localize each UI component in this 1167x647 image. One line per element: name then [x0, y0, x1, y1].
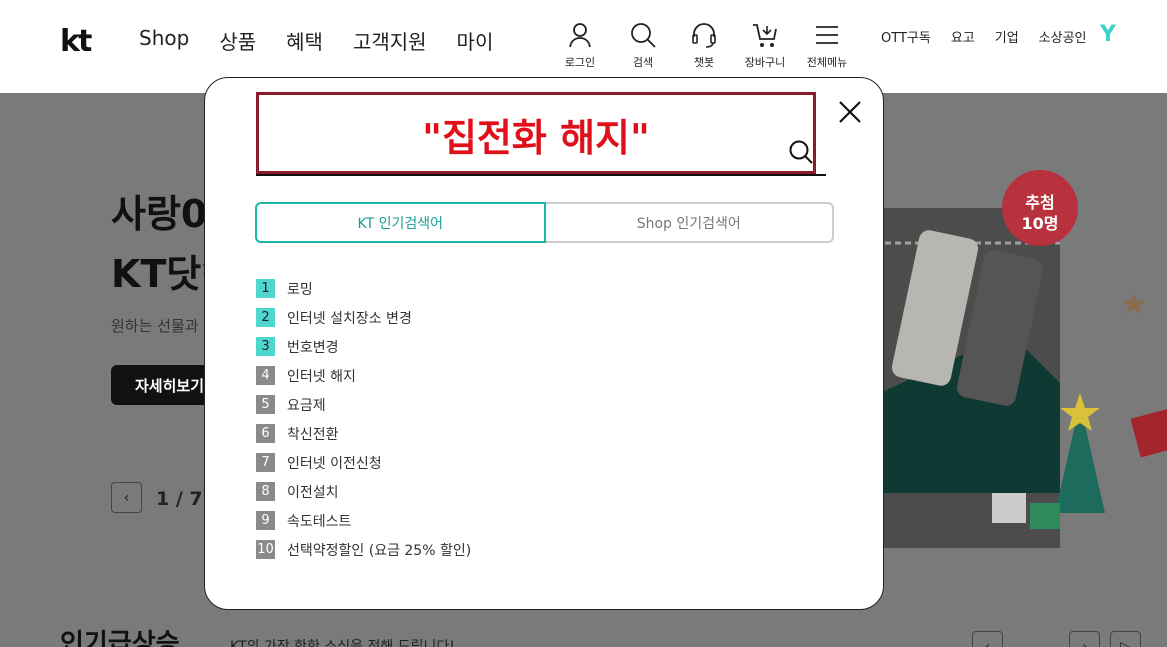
keyword-text[interactable]: 이전설치 [287, 482, 339, 502]
rank-badge: 7 [256, 453, 275, 472]
keyword-text[interactable]: 착신전환 [287, 424, 339, 444]
search-submit-icon[interactable] [788, 139, 814, 165]
rank-badge: 10 [256, 540, 275, 559]
rank-badge: 6 [256, 424, 275, 443]
top-links: OTT구독 요고 기업 소상공인 [881, 27, 1107, 46]
tab-kt-popular[interactable]: KT 인기검색어 [255, 202, 546, 243]
tab-shop-popular[interactable]: Shop 인기검색어 [545, 202, 834, 243]
all-menu-label: 전체메뉴 [806, 56, 848, 69]
section-pause-button[interactable]: ▷ [1110, 631, 1141, 647]
chevron-left-icon: ‹ [984, 638, 991, 647]
search-query-text[interactable]: "집전화 해지" [259, 107, 813, 162]
keyword-text[interactable]: 번호변경 [287, 337, 339, 357]
keyword-text[interactable]: 인터넷 설치장소 변경 [287, 308, 412, 328]
search-underline [256, 174, 826, 176]
search-modal: "집전화 해지" KT 인기검색어 Shop 인기검색어 1 로밍 2 인터넷 설치… [204, 77, 884, 610]
cart-icon [753, 24, 777, 47]
menu-icon [816, 26, 838, 44]
kt-logo[interactable]: kt [60, 24, 92, 59]
link-small-business[interactable]: 소상공인 [1039, 27, 1087, 46]
rank-badge: 1 [256, 279, 275, 298]
hero-subtitle: 원하는 선물과 [111, 317, 199, 335]
slide-pager: 1 / 7 [156, 488, 203, 510]
link-ott[interactable]: OTT구독 [881, 27, 931, 46]
list-item[interactable]: 1 로밍 [256, 274, 471, 303]
hero-title-line1: 사랑0 [111, 192, 208, 236]
chatbot-label: 챗봇 [693, 56, 715, 69]
user-icon [569, 23, 591, 48]
list-item[interactable]: 6 착신전환 [256, 419, 471, 448]
section-subtitle: KT의 가장 핫한 소식을 전해 드립니다! [230, 639, 455, 647]
cart-button[interactable]: 장바구니 [735, 20, 795, 70]
list-item[interactable]: 5 요금제 [256, 390, 471, 419]
keyword-text[interactable]: 요금제 [287, 395, 326, 415]
search-label: 검색 [632, 56, 654, 69]
gnb-shop[interactable]: Shop [139, 26, 189, 55]
search-icon [631, 23, 656, 48]
section-next-button[interactable]: › [1069, 631, 1100, 647]
rank-badge: 5 [256, 395, 275, 414]
search-input[interactable]: "집전화 해지" [256, 92, 816, 174]
rank-badge: 4 [256, 366, 275, 385]
gnb-products[interactable]: 상품 [219, 26, 256, 55]
login-button[interactable]: 로그인 [550, 20, 610, 70]
play-icon: ▷ [1120, 638, 1131, 647]
popular-keyword-list: 1 로밍 2 인터넷 설치장소 변경 3 번호변경 4 인터넷 해지 5 요금제 6 착신전… [256, 274, 471, 564]
rank-badge: 2 [256, 308, 275, 327]
chatbot-button[interactable]: 챗봇 [674, 20, 734, 70]
prev-slide-button[interactable]: ‹ [111, 482, 142, 513]
gnb-support[interactable]: 고객지원 [353, 26, 427, 55]
list-item[interactable]: 2 인터넷 설치장소 변경 [256, 303, 471, 332]
section-title: 인기급상승 [60, 629, 180, 647]
chevron-right-icon: › [1081, 638, 1088, 647]
gnb-benefits[interactable]: 혜택 [286, 26, 323, 55]
promo-illustration: 추첨 10명 [880, 170, 1167, 548]
list-item[interactable]: 3 번호변경 [256, 332, 471, 361]
cart-label: 장바구니 [744, 56, 786, 69]
popular-search-tabs: KT 인기검색어 Shop 인기검색어 [255, 202, 834, 243]
keyword-text[interactable]: 선택약정할인 (요금 25% 할인) [287, 540, 471, 560]
all-menu-button[interactable]: 전체메뉴 [797, 20, 857, 70]
section-prev-button[interactable]: ‹ [972, 631, 1003, 647]
list-item[interactable]: 8 이전설치 [256, 477, 471, 506]
gnb-my[interactable]: 마이 [457, 26, 494, 55]
promo-badge-line2: 10명 [1022, 214, 1059, 233]
keyword-text[interactable]: 인터넷 이전신청 [287, 453, 382, 473]
list-item[interactable]: 7 인터넷 이전신청 [256, 448, 471, 477]
list-item[interactable]: 4 인터넷 해지 [256, 361, 471, 390]
list-item[interactable]: 9 속도테스트 [256, 506, 471, 535]
keyword-text[interactable]: 속도테스트 [287, 511, 351, 531]
global-nav: Shop 상품 혜택 고객지원 마이 [139, 26, 523, 55]
search-button[interactable]: 검색 [613, 20, 673, 70]
rank-badge: 9 [256, 511, 275, 530]
y-logo[interactable]: Y [1100, 22, 1116, 47]
close-icon[interactable] [837, 99, 863, 125]
keyword-text[interactable]: 로밍 [287, 279, 313, 299]
chevron-left-icon: ‹ [123, 489, 130, 506]
rank-badge: 8 [256, 482, 275, 501]
promo-badge-line1: 추첨 [1025, 193, 1054, 212]
rank-badge: 3 [256, 337, 275, 356]
keyword-text[interactable]: 인터넷 해지 [287, 366, 356, 386]
link-yogo[interactable]: 요고 [951, 27, 975, 46]
link-enterprise[interactable]: 기업 [995, 27, 1019, 46]
list-item[interactable]: 10 선택약정할인 (요금 25% 할인) [256, 535, 471, 564]
headset-icon [692, 23, 716, 48]
login-label: 로그인 [564, 56, 596, 69]
